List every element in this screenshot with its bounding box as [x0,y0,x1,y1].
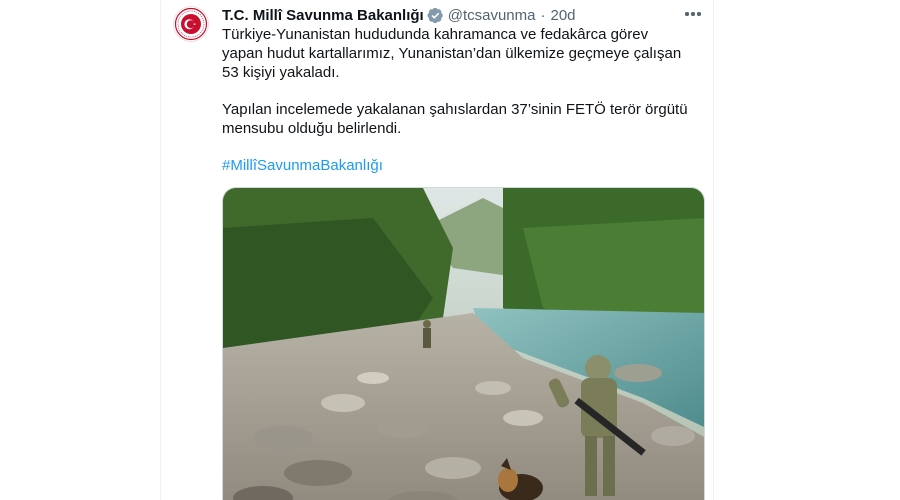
avatar[interactable] [173,6,209,42]
river-patrol-photo [223,188,704,500]
ministry-emblem-icon [174,7,208,41]
author-name[interactable]: T.C. Millî Savunma Bakanlığı [222,7,424,24]
left-gutter [0,0,160,500]
timestamp[interactable]: 20d [550,7,575,24]
right-gutter [714,0,900,500]
tweet-paragraph-2: Yapılan incelemede yakalanan şahıslardan… [222,101,688,137]
hashtag-link[interactable]: #MillîSavunmaBakanlığı [222,156,692,175]
more-options-icon[interactable] [681,2,705,26]
author-handle[interactable]: @tcsavunma [448,7,536,24]
separator-dot: · [540,6,546,24]
distant-soldier-figure [423,320,431,348]
tweet-photo[interactable] [222,187,705,500]
tweet-card[interactable]: T.C. Millî Savunma Bakanlığı @tcsavunma … [160,0,714,500]
tweet-header: T.C. Millî Savunma Bakanlığı @tcsavunma … [222,5,701,25]
tweet-paragraph-1: Türkiye-Yunanistan hududunda kahramanca … [222,26,682,81]
tweet-text: Türkiye-Yunanistan hududunda kahramanca … [222,25,692,175]
verified-badge-icon [427,7,443,23]
